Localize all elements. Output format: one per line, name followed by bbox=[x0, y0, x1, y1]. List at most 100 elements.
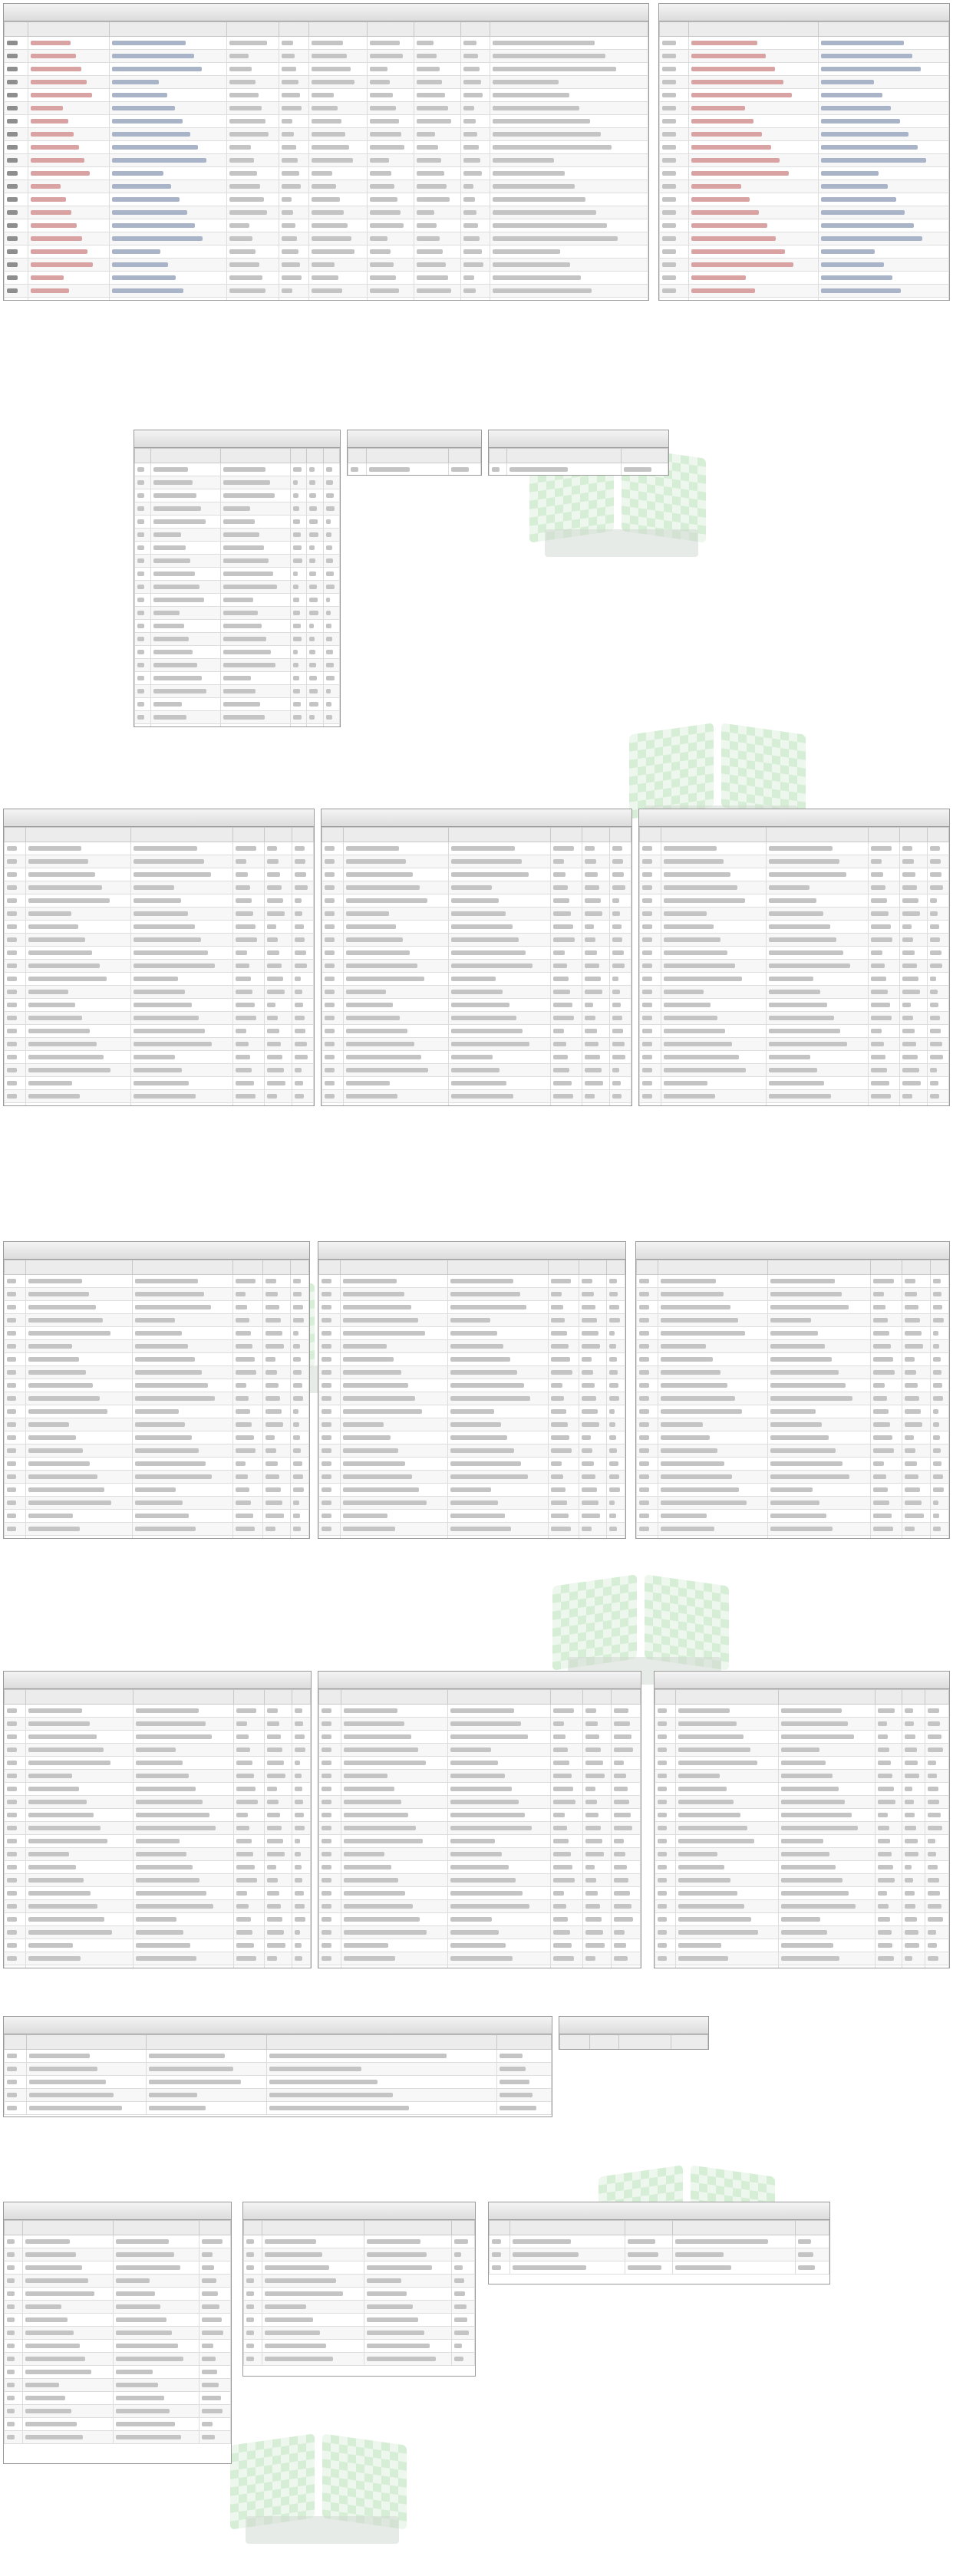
cell-placeholder bbox=[661, 1396, 735, 1401]
table-cell bbox=[220, 645, 291, 659]
table-cell bbox=[262, 2274, 364, 2288]
cell-placeholder bbox=[267, 1800, 279, 1804]
table-cell bbox=[794, 2248, 829, 2261]
table-row bbox=[4, 2417, 231, 2431]
table-cell bbox=[901, 1496, 931, 1510]
table-cell bbox=[232, 1496, 264, 1510]
cell-placeholder bbox=[678, 1904, 745, 1909]
cell-placeholder bbox=[115, 2409, 170, 2413]
table-row bbox=[4, 2062, 552, 2076]
cell-placeholder bbox=[612, 872, 625, 877]
table-cell bbox=[25, 1509, 133, 1523]
cell-placeholder bbox=[797, 2265, 816, 2270]
cell-placeholder bbox=[609, 1409, 615, 1414]
cell-placeholder bbox=[7, 2067, 17, 2071]
table-cell bbox=[661, 1050, 767, 1064]
column-header bbox=[318, 1260, 341, 1275]
cell-placeholder bbox=[7, 1514, 17, 1518]
cell-placeholder bbox=[229, 145, 251, 150]
cell-placeholder bbox=[201, 2278, 216, 2283]
cell-placeholder bbox=[662, 275, 677, 280]
table-cell bbox=[929, 1287, 949, 1301]
table-cell bbox=[606, 1457, 625, 1471]
cell-placeholder bbox=[7, 1029, 17, 1033]
panel-title bbox=[655, 1672, 949, 1689]
cell-placeholder bbox=[25, 2265, 82, 2270]
table-cell bbox=[109, 36, 227, 50]
cell-placeholder bbox=[7, 1055, 17, 1059]
cell-placeholder bbox=[904, 1305, 918, 1309]
table-cell bbox=[306, 593, 324, 607]
cell-placeholder bbox=[463, 158, 481, 163]
cell-placeholder bbox=[932, 1370, 941, 1375]
cell-placeholder bbox=[282, 41, 294, 45]
table-cell bbox=[25, 933, 132, 947]
table-cell bbox=[25, 1287, 133, 1301]
table-cell bbox=[25, 2075, 147, 2089]
table-cell bbox=[112, 2326, 200, 2340]
table-cell bbox=[929, 1352, 949, 1366]
cell-placeholder bbox=[28, 1016, 83, 1020]
table-cell bbox=[460, 193, 491, 206]
table-cell bbox=[322, 972, 345, 986]
table-cell bbox=[262, 1457, 292, 1471]
cell-placeholder bbox=[295, 1826, 305, 1830]
table-cell bbox=[198, 2287, 231, 2301]
table-cell bbox=[322, 632, 340, 646]
cell-placeholder bbox=[282, 288, 293, 293]
table-cell bbox=[366, 62, 414, 76]
cell-placeholder bbox=[904, 1409, 922, 1414]
cell-placeholder bbox=[282, 54, 295, 58]
table-cell bbox=[581, 1050, 610, 1064]
table-cell bbox=[318, 1769, 342, 1783]
cell-placeholder bbox=[552, 1734, 566, 1739]
cell-placeholder bbox=[642, 859, 652, 864]
table-cell bbox=[490, 36, 648, 50]
cell-placeholder bbox=[584, 1003, 594, 1007]
cell-placeholder bbox=[769, 1068, 818, 1072]
column-header bbox=[559, 2034, 590, 2049]
cell-placeholder bbox=[585, 1930, 603, 1935]
cell-placeholder bbox=[293, 1396, 304, 1401]
table-cell bbox=[611, 1860, 641, 1874]
cell-placeholder bbox=[585, 1852, 604, 1856]
cell-placeholder bbox=[929, 964, 943, 968]
cell-placeholder bbox=[201, 2291, 218, 2296]
cell-placeholder bbox=[770, 1500, 819, 1505]
cell-placeholder bbox=[235, 1461, 246, 1466]
table-cell bbox=[341, 1925, 448, 1939]
cell-placeholder bbox=[137, 702, 144, 707]
table-cell bbox=[447, 1873, 551, 1887]
cell-placeholder bbox=[292, 676, 299, 680]
table-cell bbox=[582, 1925, 612, 1939]
table-cell bbox=[582, 1704, 612, 1718]
cell-placeholder bbox=[451, 1094, 513, 1099]
cell-placeholder bbox=[346, 1029, 407, 1033]
cell-placeholder bbox=[295, 1721, 304, 1726]
table-cell bbox=[659, 153, 689, 167]
cell-placeholder bbox=[149, 2093, 198, 2097]
results-table bbox=[4, 21, 648, 300]
cell-placeholder bbox=[7, 1003, 17, 1007]
cell-placeholder bbox=[642, 1055, 652, 1059]
panel-title bbox=[318, 1242, 625, 1260]
table-cell bbox=[767, 1326, 872, 1340]
cell-placeholder bbox=[552, 1917, 569, 1922]
cell-placeholder bbox=[112, 54, 194, 58]
table-cell bbox=[901, 1952, 926, 1965]
table-cell bbox=[198, 2352, 231, 2366]
table-row bbox=[318, 1952, 641, 1965]
table-cell bbox=[263, 1063, 292, 1077]
cell-placeholder bbox=[675, 2252, 724, 2257]
table-cell bbox=[448, 946, 552, 960]
table-cell bbox=[233, 1769, 265, 1783]
cell-placeholder bbox=[551, 1305, 564, 1309]
cell-placeholder bbox=[153, 519, 206, 524]
cell-placeholder bbox=[780, 1930, 827, 1935]
table-cell bbox=[4, 258, 28, 272]
cell-placeholder bbox=[366, 2265, 433, 2270]
cell-placeholder bbox=[871, 990, 889, 994]
table-cell bbox=[674, 1847, 779, 1861]
table-cell bbox=[306, 619, 324, 633]
table-cell bbox=[655, 1886, 676, 1900]
